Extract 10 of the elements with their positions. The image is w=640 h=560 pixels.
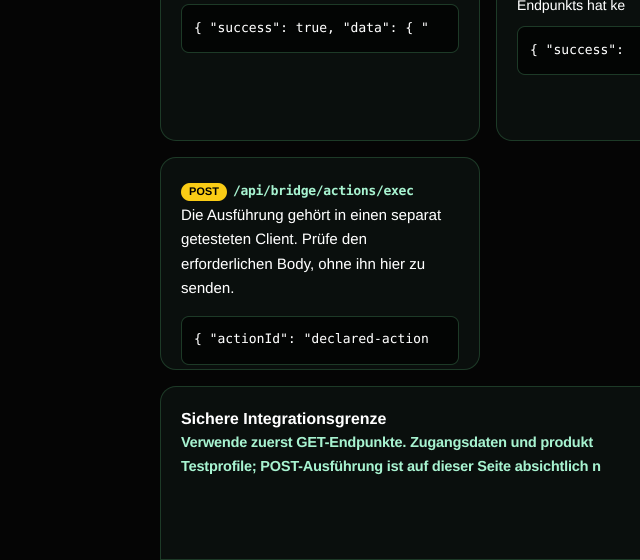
method-badge: POST (181, 182, 227, 201)
code-text: { "success": (530, 42, 624, 60)
description-text: Endpunkts hat ke (517, 0, 626, 12)
endpoint-description: Die Ausführung gehört in einen separat getesteten Client. Prüfe den erforderlichen Body, ohne ihn hier zu senden. (181, 206, 442, 299)
code-text: { "success": true, "data": { " (194, 20, 429, 38)
endpoint-path: /api/bridge/actions/exec (232, 183, 414, 201)
notice-text: Testprofile; POST-Ausführung ist auf dieser Seite absichtlich n (181, 458, 602, 478)
notice-title: Sichere Integrationsgrenze (181, 410, 388, 430)
notice-text: Verwende zuerst GET-Endpunkte. Zugangsdaten und produkt (181, 434, 594, 454)
code-text: { "actionId": "declared-action (194, 331, 429, 350)
